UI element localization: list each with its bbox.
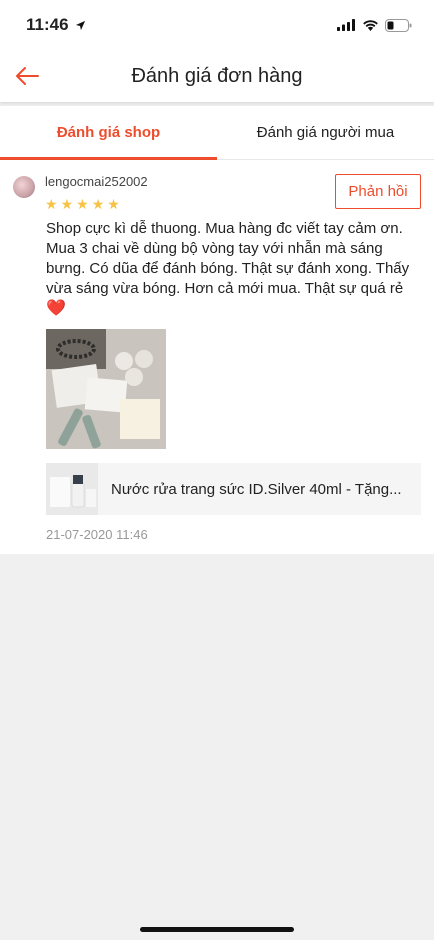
product-thumbnail: [46, 463, 98, 515]
status-icons: [337, 18, 412, 32]
rating-stars: ★ ★ ★ ★ ★: [45, 197, 335, 211]
review-header: lengocmai252002 ★ ★ ★ ★ ★ Phản hồi: [13, 174, 421, 211]
back-arrow-icon: [16, 67, 39, 85]
status-time: 11:46: [26, 15, 86, 35]
tab-buyer-review[interactable]: Đánh giá người mua: [217, 106, 434, 159]
nav-header: Đánh giá đơn hàng: [0, 50, 434, 102]
product-name: Nước rửa trang sức ID.Silver 40ml - Tặng…: [111, 480, 402, 498]
star-icon: ★: [91, 196, 105, 212]
page-title: Đánh giá đơn hàng: [131, 64, 303, 87]
product-link[interactable]: Nước rửa trang sức ID.Silver 40ml - Tặng…: [46, 463, 421, 515]
star-icon: ★: [45, 196, 58, 212]
location-arrow-icon: [75, 20, 85, 30]
username: lengocmai252002: [45, 174, 148, 189]
heart-emoji: ❤️: [46, 300, 66, 317]
star-icon: ★: [60, 196, 74, 212]
photo-image: [46, 329, 166, 449]
tab-bar: Đánh giá shop Đánh giá người mua: [0, 106, 434, 160]
reply-button[interactable]: Phản hồi: [335, 174, 421, 209]
star-icon: ★: [76, 196, 89, 212]
battery-icon: [385, 18, 412, 32]
user-block: lengocmai252002 ★ ★ ★ ★ ★: [45, 174, 335, 211]
review-photo[interactable]: [46, 329, 166, 449]
review-date: 21-07-2020 11:46: [46, 527, 148, 542]
signal-icon: [337, 19, 355, 31]
review-card: lengocmai252002 ★ ★ ★ ★ ★ Phản hồi Shop …: [0, 160, 434, 554]
product-image: [46, 463, 98, 515]
comment-text: Shop cực kì dễ thuong. Mua hàng đc viết …: [46, 220, 410, 297]
wifi-icon: [363, 20, 378, 31]
home-indicator[interactable]: [140, 927, 294, 932]
star-icon: ★: [107, 196, 120, 212]
review-comment: Shop cực kì dễ thuong. Mua hàng đc viết …: [13, 219, 421, 319]
status-bar: 11:46: [0, 0, 434, 50]
avatar: [13, 176, 35, 198]
tab-shop-review[interactable]: Đánh giá shop: [0, 106, 217, 160]
time-text: 11:46: [26, 15, 69, 34]
back-button[interactable]: [12, 62, 42, 90]
